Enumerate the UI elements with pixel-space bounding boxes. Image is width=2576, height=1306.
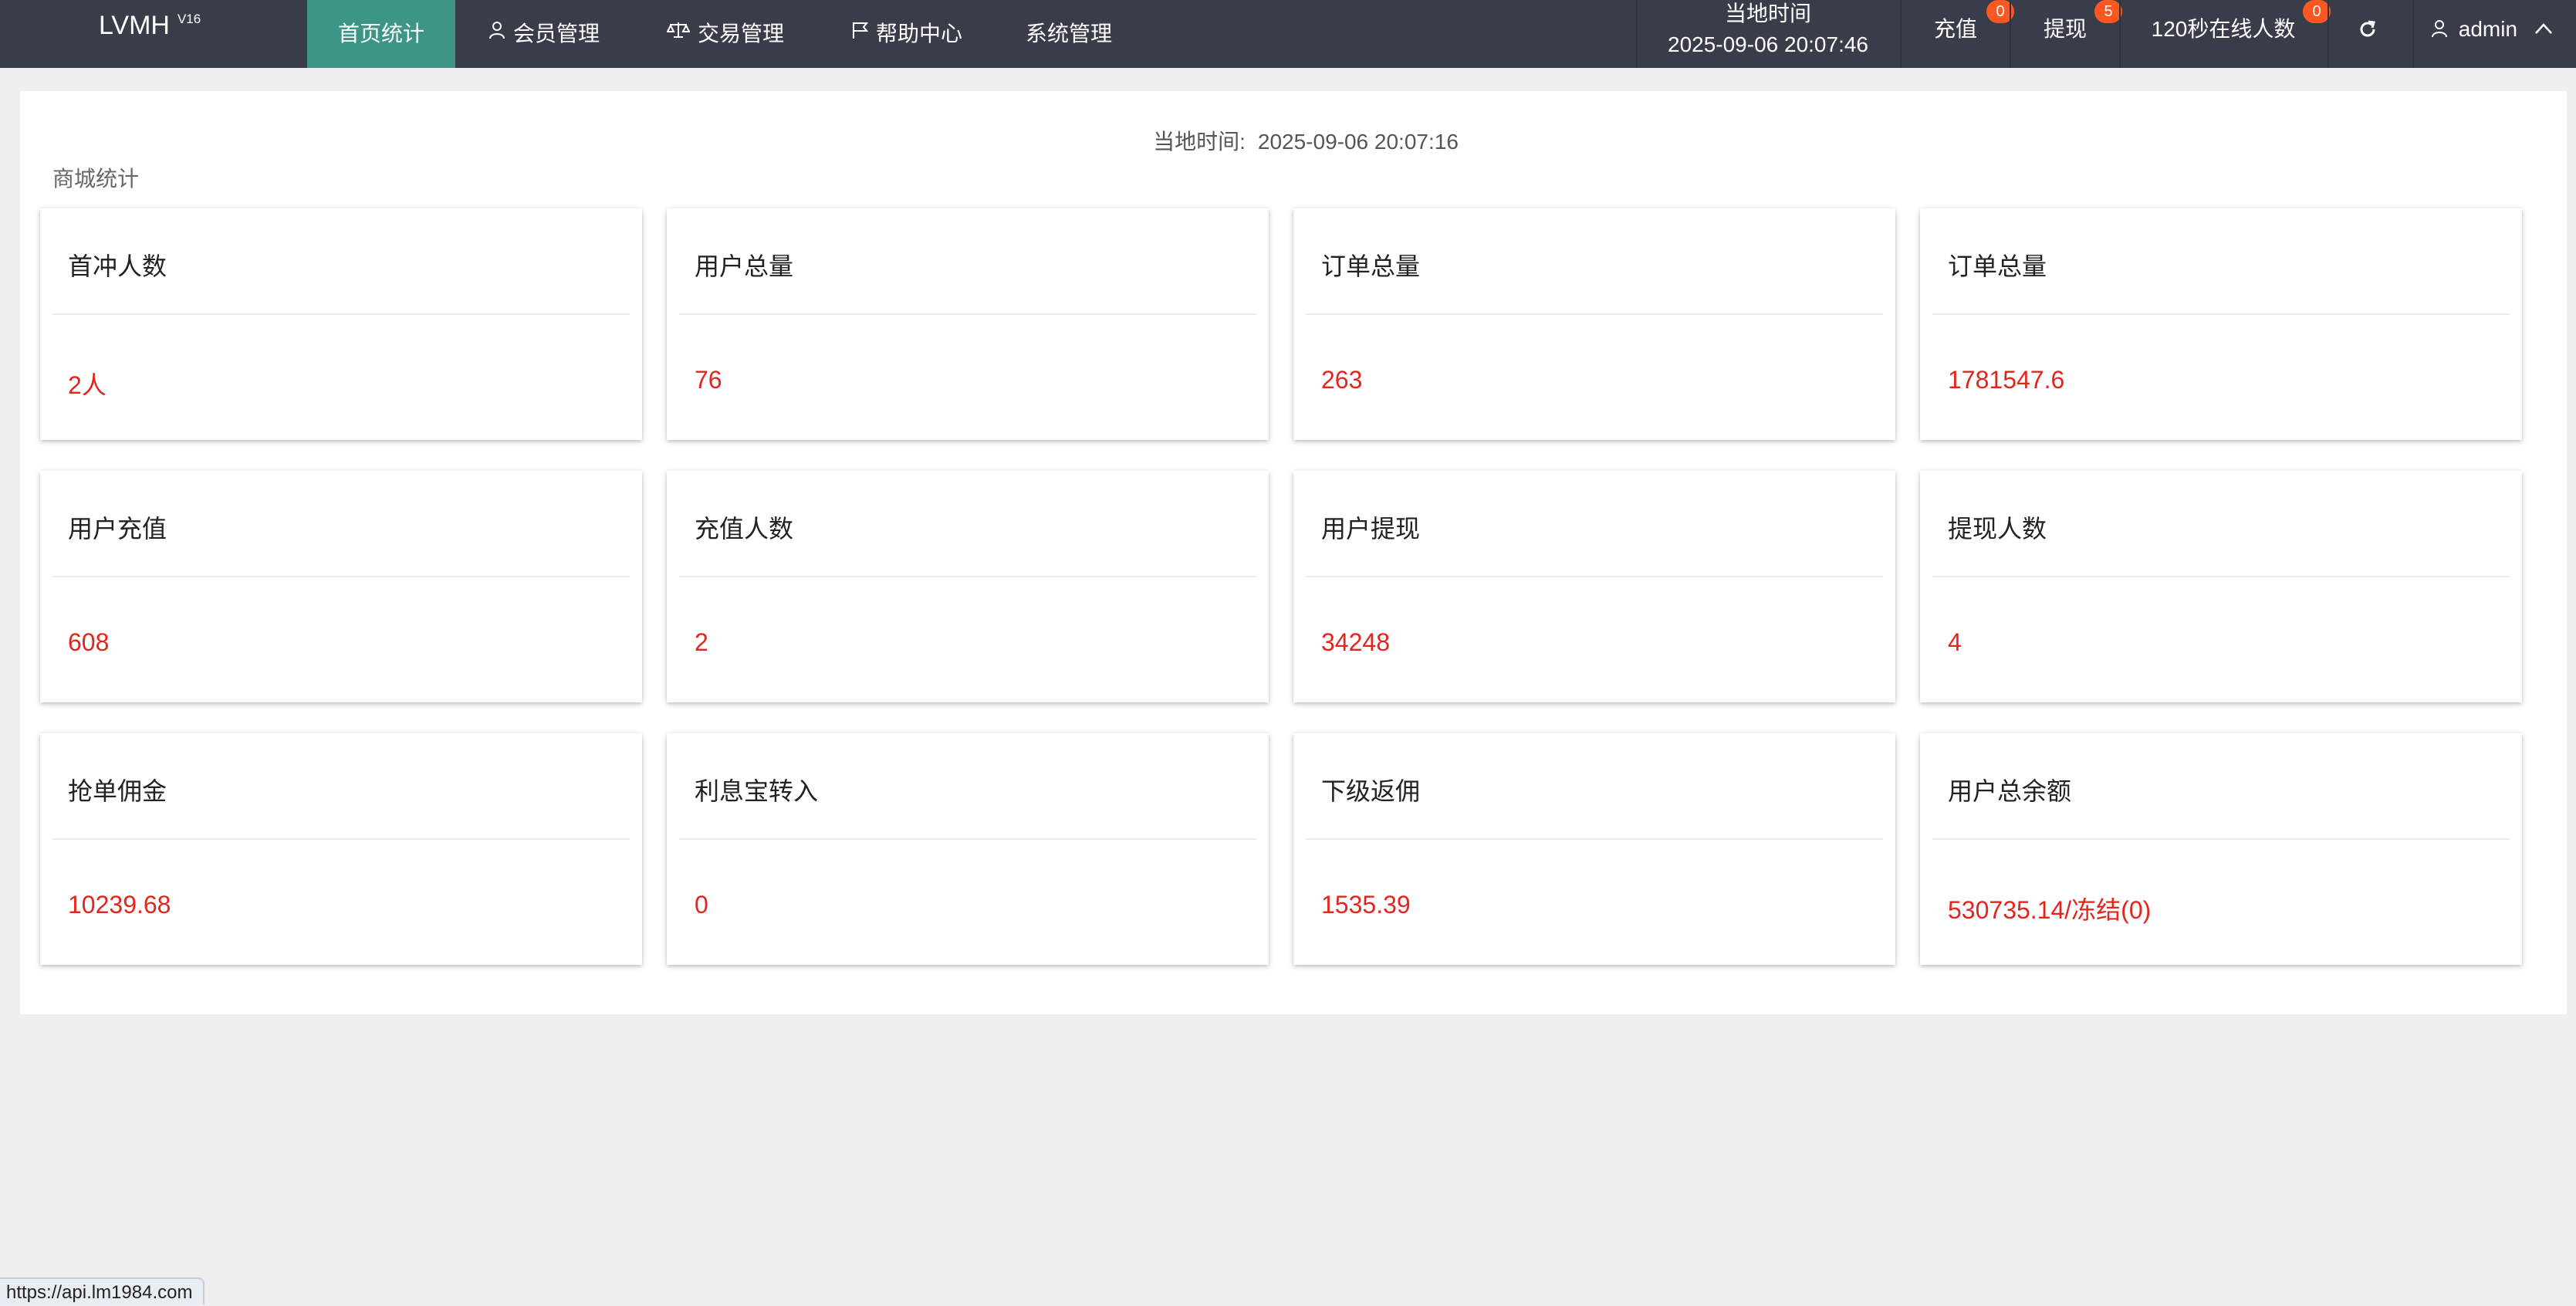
nav-system-label: 系统管理 xyxy=(1025,22,1112,46)
divider xyxy=(1306,838,1883,840)
user-icon xyxy=(488,5,505,63)
header-local-time: 当地时间 2025-09-06 20:07:46 xyxy=(1638,0,1898,68)
local-time-display: 当地时间: 2025-09-06 20:07:16 xyxy=(32,125,2576,156)
chevron-up-icon xyxy=(2534,17,2553,41)
nav-system-management[interactable]: 系统管理 xyxy=(1011,0,1127,68)
withdraw-badge: 5 xyxy=(2094,0,2122,23)
nav-member-management[interactable]: 会员管理 xyxy=(478,0,610,68)
divider xyxy=(1932,313,2510,315)
stat-card: 用户总量 76 xyxy=(667,208,1269,440)
stat-card-title: 下级返佣 xyxy=(1321,777,1421,805)
stat-card-value: 2 xyxy=(695,628,708,656)
refresh-button[interactable] xyxy=(2329,0,2406,59)
divider xyxy=(1932,576,2510,577)
stat-card: 订单总量 1781547.6 xyxy=(1920,208,2522,440)
stat-card: 利息宝转入 0 xyxy=(667,733,1269,965)
status-bar-url: https://api.lm1984.com xyxy=(0,1277,205,1304)
online-users-label: 120秒在线人数 xyxy=(2151,17,2296,41)
user-menu[interactable]: admin xyxy=(2431,0,2576,59)
section-title-mall-stats: 商城统计 xyxy=(52,167,140,191)
stat-card: 下级返佣 1535.39 xyxy=(1293,733,1895,965)
user-name: admin xyxy=(2458,17,2518,41)
stat-card-title: 用户总余额 xyxy=(1948,777,2072,805)
stat-card-value: 530735.14/冻结(0) xyxy=(1948,896,2152,924)
stat-card-title: 首冲人数 xyxy=(68,252,167,280)
withdraw-label: 提现 xyxy=(2043,17,2087,41)
stat-card-title: 充值人数 xyxy=(695,515,794,543)
stat-card: 首冲人数 2人 xyxy=(40,208,642,440)
header-time-label: 当地时间 xyxy=(1724,2,1811,25)
brand-logo[interactable]: LVMH V16 xyxy=(99,11,201,41)
divider xyxy=(1306,313,1883,315)
stat-card-value: 34248 xyxy=(1321,628,1390,656)
stat-card-title: 抢单佣金 xyxy=(68,777,167,805)
stat-card-value: 263 xyxy=(1321,366,1363,394)
stat-card-value: 2人 xyxy=(68,371,106,399)
nav-help-label: 帮助中心 xyxy=(875,22,962,46)
divider xyxy=(1306,576,1883,577)
stat-card-value: 1535.39 xyxy=(1321,891,1411,919)
stat-card-title: 提现人数 xyxy=(1948,515,2047,543)
online-users-badge: 0 xyxy=(2303,0,2331,23)
stat-card-title: 利息宝转入 xyxy=(695,777,819,805)
divider xyxy=(52,313,630,315)
flag-icon xyxy=(851,5,869,63)
stat-card-title: 用户总量 xyxy=(695,252,794,280)
stat-card-title: 用户充值 xyxy=(68,515,167,543)
stat-card: 用户总余额 530735.14/冻结(0) xyxy=(1920,733,2522,965)
stat-card-value: 10239.68 xyxy=(68,891,171,919)
stats-panel: 当地时间: 2025-09-06 20:07:16 商城统计 首冲人数 2人 用户… xyxy=(20,91,2567,1014)
divider xyxy=(679,313,1256,315)
nav-trade-label: 交易管理 xyxy=(697,22,784,46)
top-nav-bar: LVMH V16 首页统计 会员管理 交易管理 帮助中心 系统管理 当地时间 20… xyxy=(0,0,2576,68)
nav-trade-management[interactable]: 交易管理 xyxy=(656,0,795,68)
online-users-button[interactable]: 120秒在线人数 xyxy=(2121,0,2326,59)
recharge-label: 充值 xyxy=(1933,17,1977,41)
nav-member-label: 会员管理 xyxy=(512,22,600,46)
nav-home-stats[interactable]: 首页统计 xyxy=(307,0,455,68)
divider xyxy=(1932,838,2510,840)
divider xyxy=(679,838,1256,840)
header-time-value: 2025-09-06 20:07:46 xyxy=(1668,32,1868,56)
divider xyxy=(679,576,1256,577)
stat-card-value: 76 xyxy=(695,366,722,394)
divider xyxy=(52,838,630,840)
stat-card: 订单总量 263 xyxy=(1293,208,1895,440)
stat-card: 用户提现 34248 xyxy=(1293,471,1895,702)
stat-card-value: 608 xyxy=(68,628,110,656)
brand-name: LVMH xyxy=(99,11,170,40)
stat-card: 抢单佣金 10239.68 xyxy=(40,733,642,965)
stat-card-title: 订单总量 xyxy=(1321,252,1421,280)
stat-card-value: 1781547.6 xyxy=(1948,366,2065,394)
stat-card: 提现人数 4 xyxy=(1920,471,2522,702)
nav-home-label: 首页统计 xyxy=(337,22,424,46)
stat-card: 用户充值 608 xyxy=(40,471,642,702)
divider xyxy=(52,576,630,577)
stat-card-title: 订单总量 xyxy=(1948,252,2047,280)
nav-help-center[interactable]: 帮助中心 xyxy=(841,0,972,68)
stat-card-value: 0 xyxy=(695,891,708,919)
user-icon xyxy=(2431,17,2454,41)
local-time-value: 2025-09-06 20:07:16 xyxy=(1257,130,1459,154)
divider xyxy=(2412,0,2414,68)
stat-card: 充值人数 2 xyxy=(667,471,1269,702)
stat-card-value: 4 xyxy=(1948,628,1962,656)
local-time-label: 当地时间: xyxy=(1153,130,1246,154)
scale-icon xyxy=(666,5,691,63)
brand-version: V16 xyxy=(177,12,201,26)
refresh-icon xyxy=(2358,17,2378,41)
stat-card-title: 用户提现 xyxy=(1321,515,1421,543)
